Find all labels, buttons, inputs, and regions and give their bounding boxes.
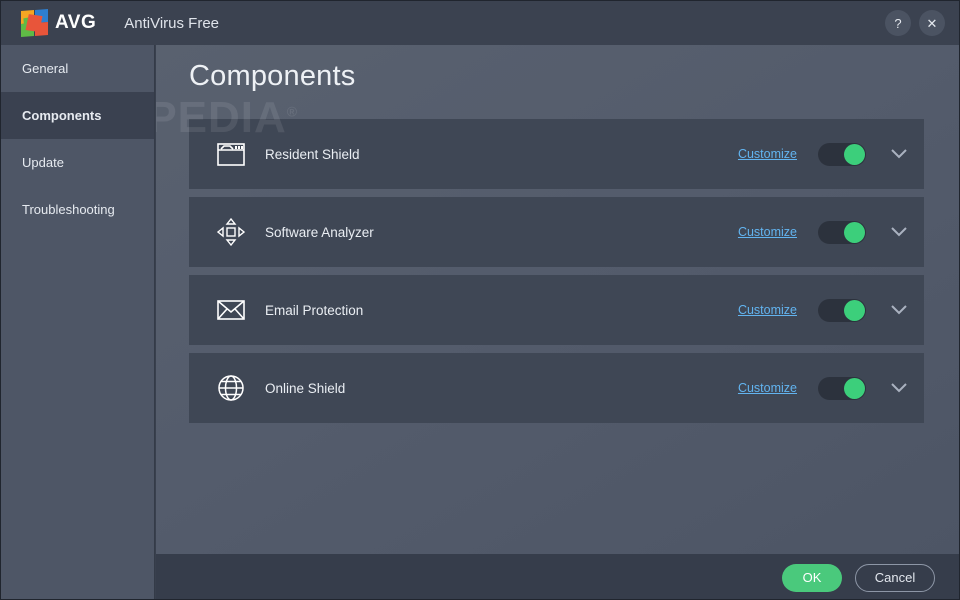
sidebar-item-label: Update [22, 155, 64, 170]
component-toggle[interactable] [818, 220, 866, 244]
close-icon: ✕ [926, 15, 938, 31]
sidebar-item-general[interactable]: General [1, 45, 154, 92]
help-button[interactable]: ? [885, 10, 911, 36]
component-row-software-analyzer[interactable]: Software Analyzer Customize [189, 197, 924, 267]
component-row-online-shield[interactable]: Online Shield Customize [189, 353, 924, 423]
chevron-down-icon[interactable] [884, 149, 914, 159]
window-controls: ? ✕ [885, 10, 945, 36]
sidebar-item-components[interactable]: Components [1, 92, 154, 139]
chevron-down-icon[interactable] [884, 227, 914, 237]
window-icon [216, 139, 246, 169]
component-toggle[interactable] [818, 142, 866, 166]
component-label: Resident Shield [265, 146, 360, 162]
component-row-resident-shield[interactable]: Resident Shield Customize [189, 119, 924, 189]
component-label: Email Protection [265, 302, 364, 318]
cancel-button-label: Cancel [874, 570, 916, 585]
sidebar-item-label: Troubleshooting [22, 202, 115, 217]
close-button[interactable]: ✕ [919, 10, 945, 36]
globe-icon [216, 373, 246, 403]
ok-button-label: OK [802, 570, 822, 585]
page-title: Components [189, 60, 356, 92]
avg-logo: AVG [21, 9, 97, 37]
avg-pinwheel-icon [21, 9, 48, 37]
envelope-icon [216, 295, 246, 325]
chevron-down-icon[interactable] [884, 383, 914, 393]
customize-link[interactable]: Customize [738, 303, 797, 317]
product-name: AntiVirus Free [124, 14, 220, 32]
sidebar-item-label: Components [22, 108, 102, 123]
component-label: Software Analyzer [265, 224, 374, 240]
watermark-registered-icon: ® [286, 103, 299, 120]
component-row-email-protection[interactable]: Email Protection Customize [189, 275, 924, 345]
title-bar: AVG AntiVirus Free ? ✕ [1, 1, 959, 45]
customize-link[interactable]: Customize [738, 147, 797, 161]
ok-button[interactable]: OK [782, 563, 842, 592]
help-icon: ? [894, 15, 902, 31]
chevron-down-icon[interactable] [884, 305, 914, 315]
component-toggle[interactable] [818, 298, 866, 322]
sidebar-item-label: General [22, 61, 69, 76]
customize-link[interactable]: Customize [738, 225, 797, 239]
footer-bar: OK Cancel [156, 554, 959, 599]
component-label: Online Shield [265, 380, 346, 396]
move-arrows-icon [216, 217, 246, 247]
sidebar-item-update[interactable]: Update [1, 139, 154, 186]
component-toggle[interactable] [818, 376, 866, 400]
avg-antivirus-window: AVG AntiVirus Free ? ✕ General Component… [0, 0, 960, 600]
avg-wordmark: AVG [55, 12, 97, 33]
sidebar: General Components Update Troubleshootin… [1, 45, 155, 599]
main-content: Components SOFTPEDIA® Resident Shiel [156, 45, 959, 554]
cancel-button[interactable]: Cancel [855, 563, 935, 592]
components-list: Resident Shield Customize Software Analy… [189, 119, 924, 431]
customize-link[interactable]: Customize [738, 381, 797, 395]
sidebar-item-troubleshooting[interactable]: Troubleshooting [1, 186, 154, 233]
